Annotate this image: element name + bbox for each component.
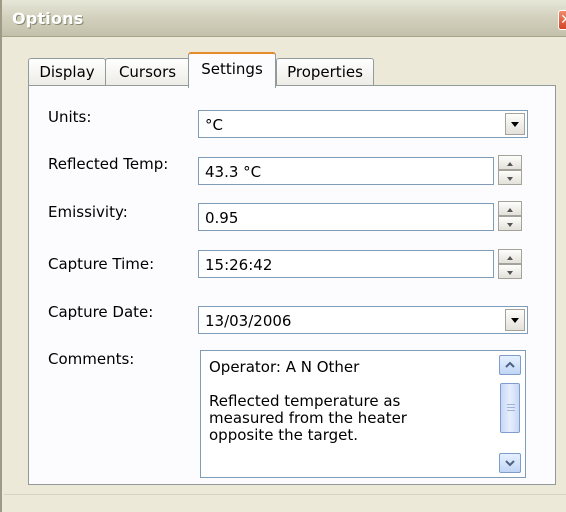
capture-time-label: Capture Time: (48, 255, 155, 273)
tab-properties[interactable]: Properties (276, 58, 374, 86)
arrow-down-icon (507, 223, 513, 227)
capture-date-dropdown-button[interactable] (505, 309, 525, 331)
scroll-up-icon (505, 361, 515, 368)
comments-line: Reflected temperature as (209, 392, 401, 410)
capture-time-field[interactable]: 15:26:42 (198, 250, 494, 278)
emissivity-spinner[interactable] (498, 201, 522, 231)
scroll-up-button[interactable] (499, 355, 521, 375)
reflected-temp-spinner[interactable] (498, 155, 522, 185)
divider (4, 494, 566, 497)
capture-date-dropdown[interactable]: 13/03/2006 (198, 306, 528, 334)
comments-label: Comments: (48, 350, 135, 368)
window-title: Options (12, 9, 84, 28)
capture-time-value: 15:26:42 (205, 256, 273, 274)
close-button[interactable]: ✕ (558, 10, 566, 30)
comments-line: opposite the target. (209, 426, 359, 444)
spin-up-button[interactable] (498, 155, 522, 170)
capture-time-spinner[interactable] (498, 249, 522, 279)
comments-line: measured from the heater (209, 409, 407, 427)
comments-scrollbar[interactable] (499, 355, 521, 473)
arrow-up-icon (507, 256, 513, 260)
chevron-down-icon (511, 122, 519, 127)
arrow-down-icon (507, 271, 513, 275)
emissivity-field[interactable]: 0.95 (198, 203, 494, 231)
tab-display[interactable]: Display (28, 58, 106, 86)
units-dropdown-button[interactable] (505, 113, 525, 135)
arrow-up-icon (507, 208, 513, 212)
spin-up-button[interactable] (498, 249, 522, 264)
units-dropdown[interactable]: °C (198, 110, 528, 138)
spin-up-button[interactable] (498, 201, 522, 216)
comments-line: Operator: A N Other (209, 358, 360, 376)
capture-date-label: Capture Date: (48, 303, 154, 321)
comments-text: Operator: A N Other Reflected temperatur… (209, 359, 489, 444)
tab-cursors[interactable]: Cursors (105, 58, 190, 86)
spin-down-button[interactable] (498, 264, 522, 279)
emissivity-label: Emissivity: (48, 203, 128, 221)
options-window: Options ✕ Display Cursors Settings Prope… (0, 0, 566, 512)
emissivity-value: 0.95 (205, 209, 239, 227)
reflected-temp-field[interactable]: 43.3 °C (198, 157, 494, 185)
spin-down-button[interactable] (498, 170, 522, 185)
arrow-down-icon (507, 177, 513, 181)
comments-textarea[interactable]: Operator: A N Other Reflected temperatur… (200, 350, 526, 478)
title-bar[interactable]: Options ✕ (2, 0, 566, 37)
units-value: °C (205, 116, 223, 134)
chevron-down-icon (511, 318, 519, 323)
scroll-down-button[interactable] (499, 453, 521, 473)
scroll-thumb[interactable] (500, 383, 520, 433)
arrow-up-icon (507, 162, 513, 166)
scroll-down-icon (505, 460, 515, 467)
reflected-temp-value: 43.3 °C (205, 163, 262, 181)
tab-settings[interactable]: Settings (188, 52, 276, 88)
spin-down-button[interactable] (498, 216, 522, 231)
close-icon: ✕ (560, 12, 566, 28)
units-label: Units: (48, 108, 92, 126)
reflected-temp-label: Reflected Temp: (48, 155, 169, 173)
capture-date-value: 13/03/2006 (205, 312, 292, 330)
